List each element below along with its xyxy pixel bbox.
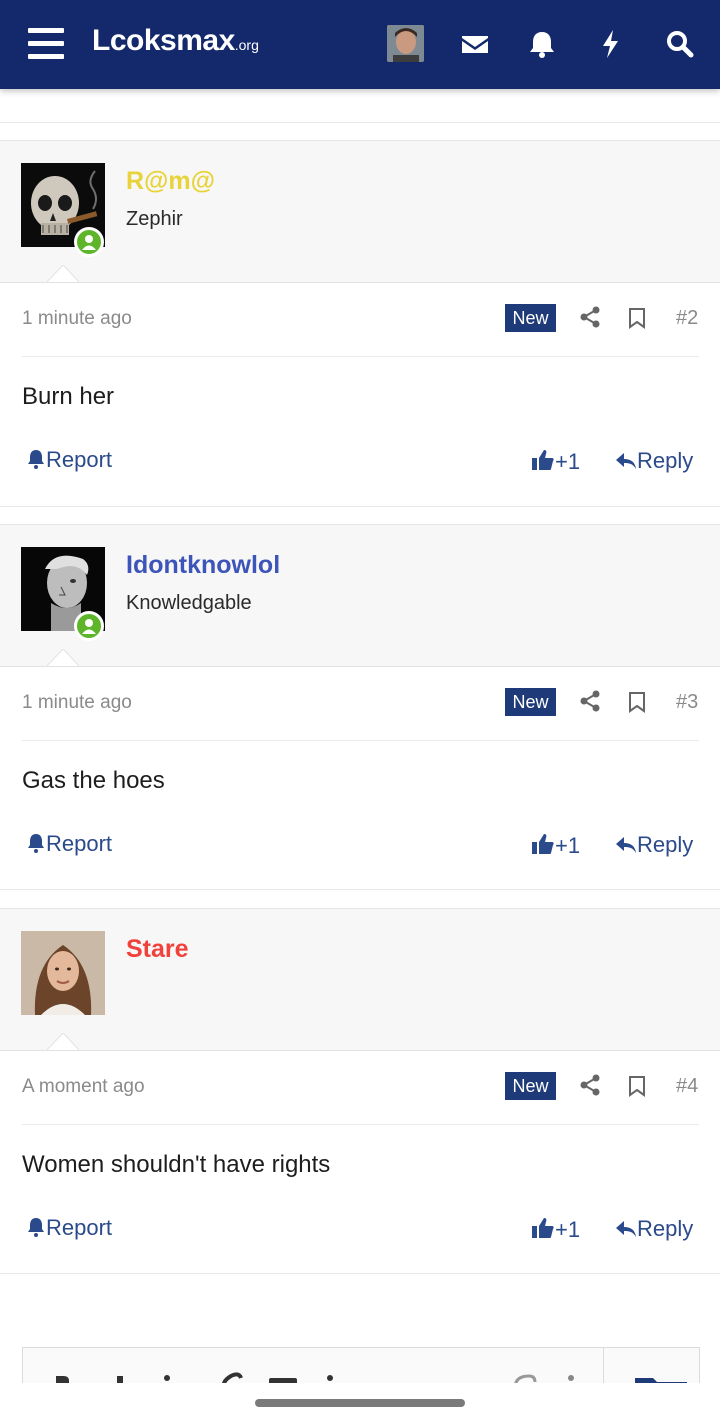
report-label: Report bbox=[46, 1215, 113, 1240]
user-title: Zephir bbox=[126, 208, 183, 230]
reply-button[interactable]: Reply bbox=[615, 832, 693, 858]
reply-label: Reply bbox=[637, 832, 694, 857]
report-label: Report bbox=[46, 831, 113, 856]
thumbs-up-icon bbox=[532, 450, 554, 470]
user-block: Stare bbox=[0, 908, 720, 1051]
username-link[interactable]: Idontknowlol bbox=[126, 551, 280, 580]
thumbs-up-icon bbox=[532, 1218, 554, 1238]
user-arrow bbox=[46, 1033, 80, 1050]
user-title: Knowledgable bbox=[126, 592, 252, 614]
like-button[interactable]: +1 bbox=[531, 448, 580, 475]
post-message: Burn her bbox=[22, 383, 115, 410]
like-button[interactable]: +1 bbox=[531, 832, 580, 859]
divider bbox=[603, 1348, 604, 1387]
share-icon[interactable] bbox=[578, 1073, 602, 1097]
search-icon[interactable] bbox=[663, 27, 697, 61]
like-button[interactable]: +1 bbox=[531, 1216, 580, 1243]
report-label: Report bbox=[46, 447, 113, 472]
report-button[interactable]: Report bbox=[26, 1215, 112, 1241]
menu-icon[interactable] bbox=[28, 28, 64, 60]
reply-label: Reply bbox=[637, 1216, 694, 1241]
post-message: Women shouldn't have rights bbox=[22, 1151, 331, 1178]
current-user-avatar[interactable] bbox=[387, 25, 424, 62]
online-status-icon bbox=[74, 611, 104, 641]
bookmark-icon[interactable] bbox=[627, 307, 647, 329]
user-block: Idontknowlol Knowledgable bbox=[0, 524, 720, 667]
reply-button[interactable]: Reply bbox=[615, 448, 693, 474]
reaction-count: +1 bbox=[555, 1217, 581, 1242]
divider bbox=[0, 1273, 720, 1274]
top-navigation-bar: Lcoksmax.org bbox=[0, 0, 720, 89]
post-time[interactable]: 1 minute ago bbox=[22, 308, 132, 330]
share-icon[interactable] bbox=[578, 689, 602, 713]
bookmark-icon[interactable] bbox=[627, 691, 647, 713]
report-button[interactable]: Report bbox=[26, 831, 112, 857]
bell-icon bbox=[28, 1218, 44, 1237]
reaction-count: +1 bbox=[555, 833, 581, 858]
new-badge: New bbox=[505, 304, 556, 332]
bolt-icon[interactable] bbox=[594, 27, 628, 61]
bell-icon bbox=[28, 450, 44, 469]
divider bbox=[22, 356, 699, 357]
post-time[interactable]: A moment ago bbox=[22, 1076, 145, 1098]
envelope-icon[interactable] bbox=[458, 27, 492, 61]
share-icon[interactable] bbox=[578, 305, 602, 329]
divider bbox=[22, 740, 699, 741]
avatar[interactable] bbox=[21, 931, 105, 1015]
reply-label: Reply bbox=[637, 448, 694, 473]
post-number[interactable]: #2 bbox=[676, 307, 698, 330]
user-arrow bbox=[46, 265, 80, 282]
thumbs-up-icon bbox=[532, 834, 554, 854]
username-link[interactable]: Stare bbox=[126, 935, 189, 964]
reply-editor-toolbar bbox=[22, 1347, 700, 1387]
home-indicator[interactable] bbox=[255, 1399, 465, 1407]
username-link[interactable]: R@m@ bbox=[126, 167, 215, 196]
post-message: Gas the hoes bbox=[22, 767, 165, 794]
divider bbox=[0, 889, 720, 890]
reaction-count: +1 bbox=[555, 449, 581, 474]
reply-icon bbox=[616, 1221, 636, 1237]
post-number[interactable]: #4 bbox=[676, 1075, 698, 1098]
report-button[interactable]: Report bbox=[26, 447, 112, 473]
post-time[interactable]: 1 minute ago bbox=[22, 692, 132, 714]
divider bbox=[0, 506, 720, 507]
new-badge: New bbox=[505, 1072, 556, 1100]
reply-icon bbox=[616, 453, 636, 469]
user-block: R@m@ Zephir bbox=[0, 140, 720, 283]
bell-icon[interactable] bbox=[525, 27, 559, 61]
bell-icon bbox=[28, 834, 44, 853]
reply-button[interactable]: Reply bbox=[615, 1216, 693, 1242]
divider bbox=[0, 122, 720, 123]
post-number[interactable]: #3 bbox=[676, 691, 698, 714]
new-badge: New bbox=[505, 688, 556, 716]
online-status-icon bbox=[74, 227, 104, 257]
divider bbox=[22, 1124, 699, 1125]
reply-icon bbox=[616, 837, 636, 853]
site-logo[interactable]: Lcoksmax.org bbox=[92, 24, 259, 58]
user-arrow bbox=[46, 649, 80, 666]
bookmark-icon[interactable] bbox=[627, 1075, 647, 1097]
